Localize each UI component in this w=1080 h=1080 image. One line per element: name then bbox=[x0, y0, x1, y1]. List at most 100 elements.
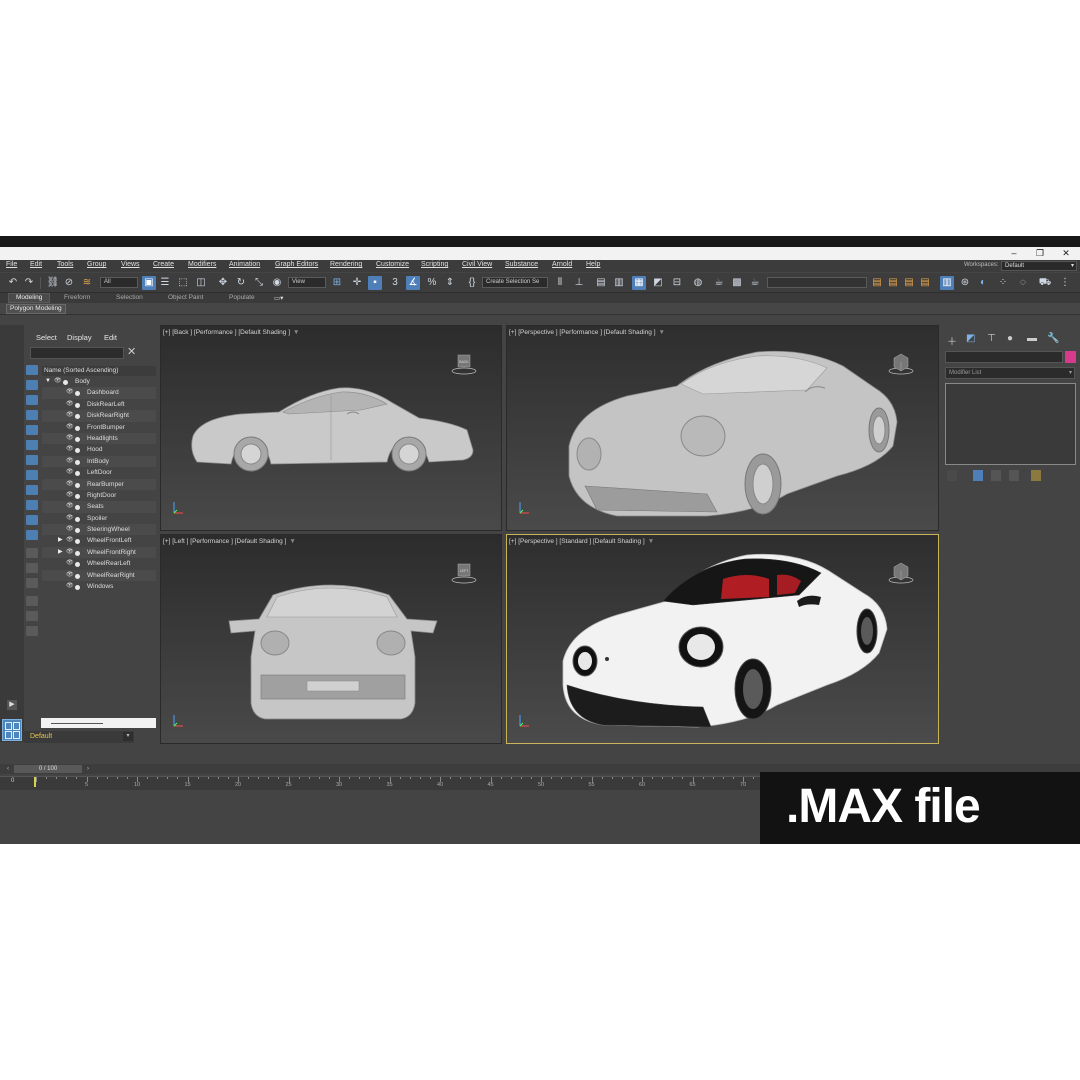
play-arrow-icon[interactable]: ▶ bbox=[7, 700, 17, 710]
explorer-scrollbar[interactable] bbox=[41, 718, 156, 728]
angle-snap-icon[interactable]: ∡ bbox=[406, 276, 420, 290]
hierarchy-tab-icon[interactable]: ⊤ bbox=[987, 333, 996, 344]
unlink-icon[interactable]: ⊘ bbox=[62, 276, 76, 290]
eye-icon[interactable]: 👁 bbox=[66, 410, 74, 421]
substance-icon[interactable]: ⊛ bbox=[958, 276, 972, 290]
select-object-icon[interactable]: ▣ bbox=[142, 276, 156, 290]
menu-arnold[interactable]: Arnold bbox=[552, 261, 572, 268]
explorer-column-header[interactable]: Name (Sorted Ascending) bbox=[42, 366, 156, 376]
rect-selection-icon[interactable]: ⬚ bbox=[176, 276, 190, 290]
redo-icon[interactable]: ↷ bbox=[22, 276, 36, 290]
list-item[interactable]: 👁 Spoiler bbox=[42, 513, 156, 524]
explorer-tab-edit[interactable]: Edit bbox=[104, 333, 117, 342]
display-none-icon[interactable] bbox=[26, 563, 38, 573]
menu-civil-view[interactable]: Civil View bbox=[462, 261, 492, 268]
menu-views[interactable]: Views bbox=[121, 261, 140, 268]
reference-coordinate-dropdown[interactable]: View bbox=[288, 277, 326, 288]
select-manipulate-icon[interactable]: ✛ bbox=[350, 276, 364, 290]
spinner-snap-icon[interactable]: ⇕ bbox=[443, 276, 457, 290]
menu-tools[interactable]: Tools bbox=[57, 261, 73, 268]
polygon-modeling-panel[interactable]: Polygon Modeling bbox=[6, 304, 66, 314]
list-item[interactable]: ▶ 👁 WheelFrontLeft bbox=[42, 535, 156, 546]
object-color-swatch[interactable] bbox=[1065, 351, 1076, 363]
list-item[interactable]: 👁 Seats bbox=[42, 501, 156, 513]
list-item[interactable]: 👁 SteeringWheel bbox=[42, 524, 156, 536]
funnel-icon[interactable] bbox=[26, 611, 38, 621]
select-by-name-icon[interactable]: ☰ bbox=[158, 276, 172, 290]
xrefs-filter-icon[interactable] bbox=[26, 470, 38, 480]
rotate-icon[interactable]: ↻ bbox=[234, 276, 248, 290]
eye-icon[interactable]: 👁 bbox=[66, 456, 74, 467]
make-unique-icon[interactable] bbox=[991, 470, 1001, 481]
bind-space-warp-icon[interactable]: ≋ bbox=[80, 276, 94, 290]
modifier-list-dropdown[interactable]: Modifier List ▾ bbox=[945, 367, 1075, 379]
menu-modifiers[interactable]: Modifiers bbox=[188, 261, 216, 268]
selection-filter-dropdown[interactable]: All bbox=[100, 277, 138, 288]
scale-icon[interactable]: ⤡ bbox=[252, 276, 266, 290]
render-setup-icon[interactable]: ☕ bbox=[712, 276, 726, 290]
maximize-button[interactable]: ❐ bbox=[1029, 247, 1051, 260]
more-tools-icon[interactable]: ⋮ bbox=[1058, 276, 1072, 290]
cameras-filter-icon[interactable] bbox=[26, 410, 38, 420]
viewport-label[interactable]: [+] [Left ] [Performance ] [Default Shad… bbox=[163, 538, 296, 545]
keyboard-shortcut-override-icon[interactable]: ▪ bbox=[368, 276, 382, 290]
isolate-icon[interactable]: ◌ bbox=[1016, 276, 1030, 290]
eye-icon[interactable]: 👁 bbox=[66, 513, 74, 524]
menu-group[interactable]: Group bbox=[87, 261, 106, 268]
list-item[interactable]: 👁 DiskRearLeft bbox=[42, 399, 156, 410]
eye-icon[interactable]: 👁 bbox=[66, 558, 74, 569]
menu-graph-editors[interactable]: Graph Editors bbox=[275, 261, 318, 268]
expand-triangle-icon[interactable]: ▼ bbox=[45, 376, 51, 387]
layer-dropdown[interactable]: Default ▾ bbox=[24, 731, 134, 743]
viewcube-icon[interactable] bbox=[888, 559, 914, 585]
close-button[interactable]: ✕ bbox=[1055, 247, 1077, 260]
viewport-label[interactable]: [+] [Perspective ] [Standard ] [Default … bbox=[509, 538, 654, 545]
eye-icon[interactable]: 👁 bbox=[66, 399, 74, 410]
next-frame-icon[interactable]: › bbox=[84, 765, 92, 773]
menu-file[interactable]: File bbox=[6, 261, 17, 268]
toggle-ribbon-icon[interactable]: ▦ bbox=[632, 276, 646, 290]
list-item[interactable]: 👁 IntBody bbox=[42, 455, 156, 468]
viewport-perspective-performance[interactable]: [+] [Perspective ] [Performance ] [Defau… bbox=[506, 325, 939, 531]
eye-icon[interactable]: 👁 bbox=[66, 501, 74, 512]
edit-named-selection-icon[interactable]: {} bbox=[465, 276, 479, 290]
groups-filter-icon[interactable] bbox=[26, 455, 38, 465]
schematic-view-icon[interactable]: ⊟ bbox=[670, 276, 684, 290]
remove-modifier-icon[interactable] bbox=[1009, 470, 1019, 481]
viewcube-icon[interactable]: BACK bbox=[451, 350, 477, 376]
menu-help[interactable]: Help bbox=[586, 261, 600, 268]
menu-edit[interactable]: Edit bbox=[30, 261, 42, 268]
geometry-filter-icon[interactable] bbox=[26, 365, 38, 375]
expand-triangle-icon[interactable]: ▶ bbox=[58, 535, 63, 546]
filter-icon[interactable]: ▼ bbox=[289, 538, 295, 545]
expand-triangle-icon[interactable]: ▶ bbox=[58, 547, 63, 558]
lights-filter-icon[interactable] bbox=[26, 395, 38, 405]
project-folder-icon[interactable]: ◐ bbox=[976, 276, 990, 290]
render-production-icon[interactable]: ☕ bbox=[748, 276, 762, 290]
toggle-layer-explorer-icon[interactable]: ▥ bbox=[612, 276, 626, 290]
list-item[interactable]: 👁 RearBumper bbox=[42, 478, 156, 490]
civil-view-icon[interactable]: ⛟ bbox=[1038, 276, 1052, 290]
object-name-field[interactable] bbox=[945, 351, 1063, 363]
modify-tab-icon[interactable]: ◩ bbox=[966, 333, 975, 344]
tab-populate[interactable]: Populate bbox=[229, 294, 255, 301]
list-item[interactable]: 👁 FrontBumper bbox=[42, 422, 156, 433]
frozen-filter-icon[interactable] bbox=[26, 515, 38, 525]
undo-icon[interactable]: ↶ bbox=[6, 276, 20, 290]
list-item[interactable]: ▼ 👁 Body bbox=[42, 376, 156, 387]
filter-icon[interactable]: ▼ bbox=[659, 329, 665, 336]
place-icon[interactable]: ◉ bbox=[270, 276, 284, 290]
arnold-light-icon[interactable]: ▤ bbox=[902, 276, 916, 290]
pin-stack-icon[interactable] bbox=[947, 470, 957, 481]
minimize-button[interactable]: – bbox=[1003, 247, 1025, 260]
eye-icon[interactable]: 👁 bbox=[66, 570, 74, 581]
toggle-scene-explorer-icon[interactable]: ▤ bbox=[594, 276, 608, 290]
eye-icon[interactable]: 👁 bbox=[66, 524, 74, 535]
rendered-frame-window-icon[interactable]: ▩ bbox=[730, 276, 744, 290]
snap-options-icon[interactable]: ⁘ bbox=[996, 276, 1010, 290]
eye-icon[interactable]: 👁 bbox=[66, 479, 74, 490]
link-icon[interactable]: ⛓ bbox=[46, 276, 60, 290]
tab-modeling[interactable]: Modeling bbox=[8, 293, 51, 303]
invert-display-icon[interactable] bbox=[26, 578, 38, 588]
mirror-icon[interactable]: ⫴ bbox=[553, 276, 567, 290]
